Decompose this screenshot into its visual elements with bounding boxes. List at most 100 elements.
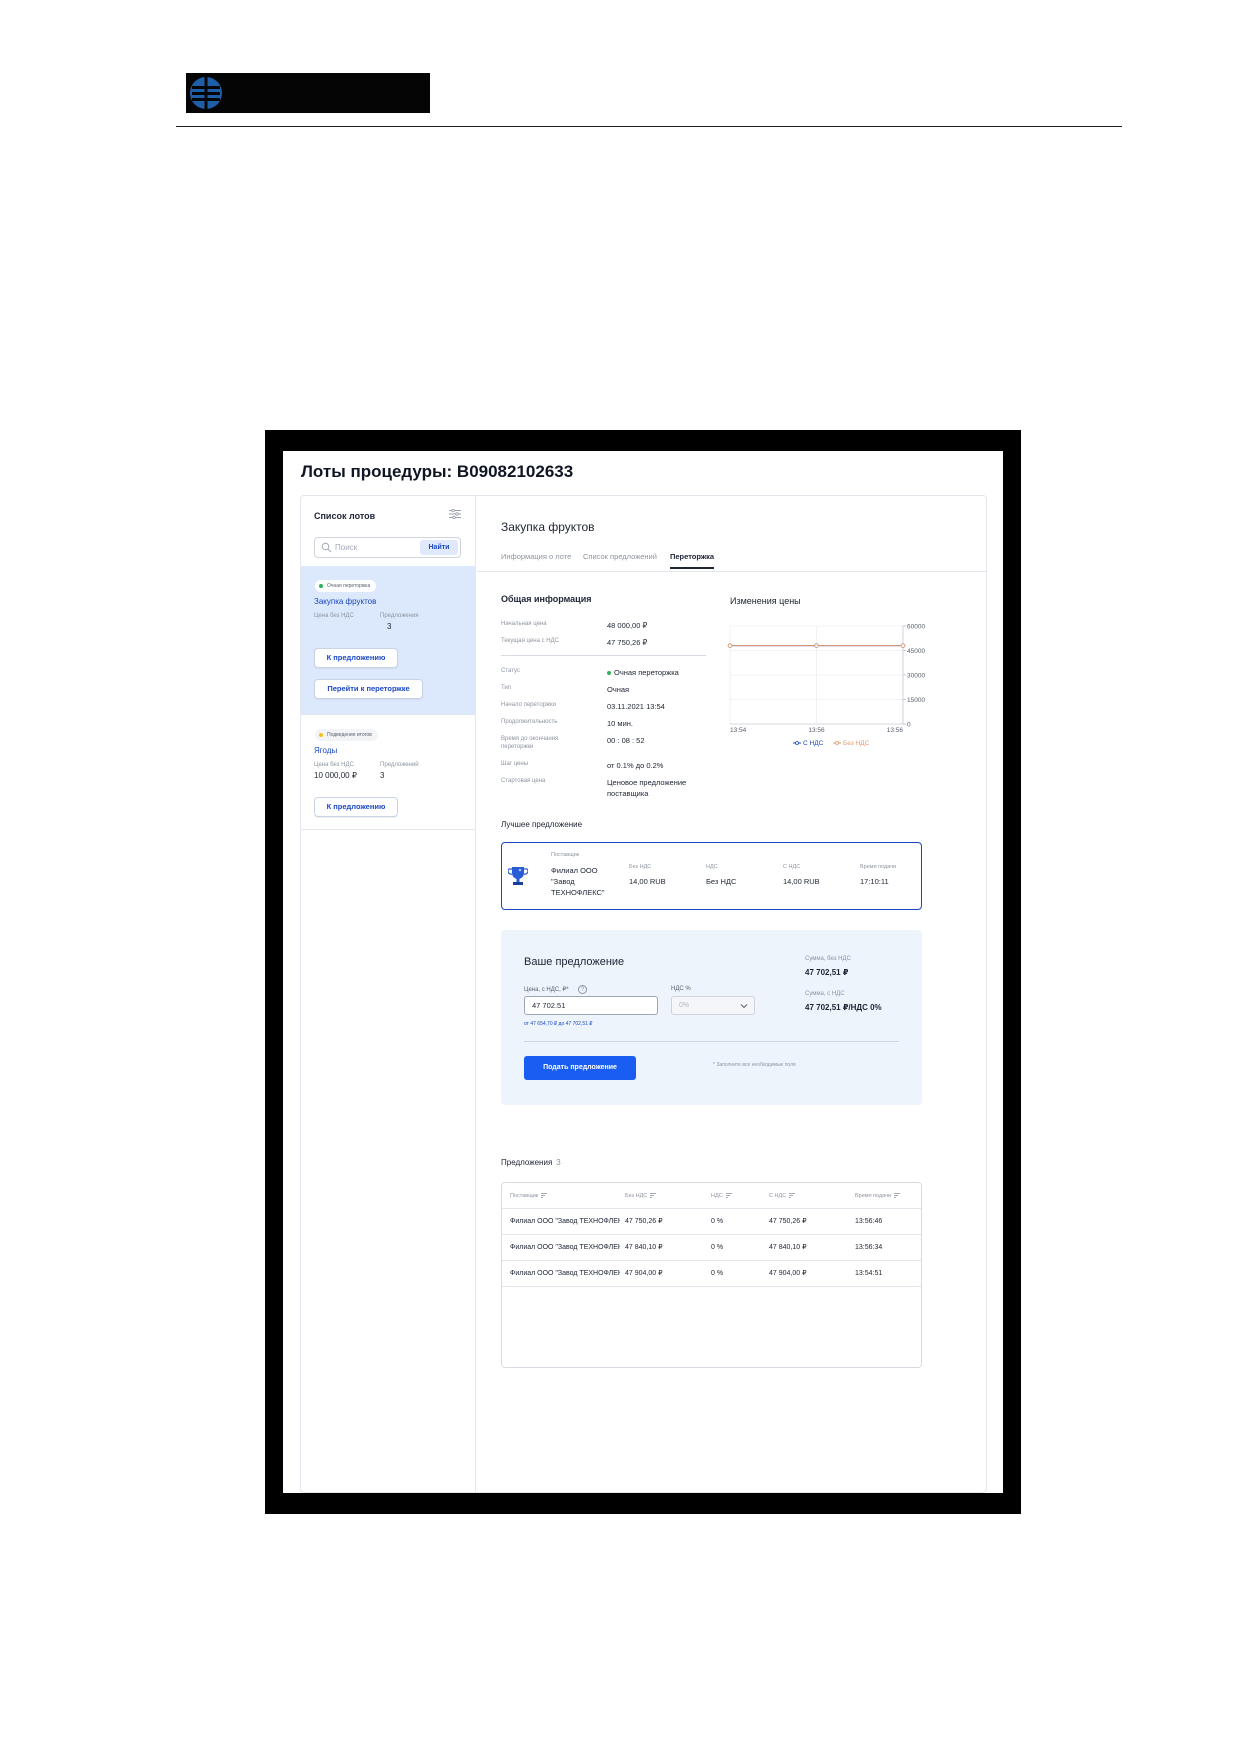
info-key: Шаг цены bbox=[501, 761, 529, 767]
cell-with-vat: 47 840,10 ₽ bbox=[769, 1244, 807, 1251]
cell-with-vat: 47 904,00 ₽ bbox=[769, 1270, 807, 1277]
info-key: Стартовая цена bbox=[501, 778, 546, 784]
lot-details: Закупка фруктов Информация о лоте Список… bbox=[477, 496, 986, 1492]
cell-time: 13:56:46 bbox=[855, 1218, 883, 1225]
column-header-supplier[interactable]: Поставщик bbox=[510, 1183, 548, 1209]
legend-label: С НДС bbox=[803, 740, 824, 747]
search-field[interactable]: Поиск Найти bbox=[314, 537, 461, 558]
info-value: 47 750,26 ₽ bbox=[607, 638, 648, 647]
trophy-icon bbox=[508, 867, 528, 885]
price-label: Цена без НДС bbox=[314, 762, 354, 768]
column-header-time[interactable]: Время подачи bbox=[855, 1183, 901, 1209]
supplier-name: Филиал ООО "Завод ТЕХНОФЛЕКС" bbox=[551, 866, 605, 897]
info-value: 03.11.2021 13:54 bbox=[607, 702, 665, 711]
chart-title: Изменения цены bbox=[730, 596, 801, 606]
offers-count: 3 bbox=[380, 771, 385, 780]
status-dot bbox=[319, 733, 323, 737]
header-divider bbox=[176, 126, 1122, 127]
to-offer-button[interactable]: К предложению bbox=[314, 797, 398, 817]
table-row[interactable]: Филиал ООО "Завод ТЕХНОФЛЕКС" 47 840,10 … bbox=[502, 1235, 921, 1261]
info-value: от 0.1% до 0.2% bbox=[607, 761, 664, 770]
supplier-label: Поставщик bbox=[551, 852, 580, 858]
legend-marker bbox=[795, 741, 799, 745]
search-icon bbox=[321, 542, 332, 553]
with-vat-value: 14,00 RUB bbox=[783, 877, 820, 886]
lot-card-berries[interactable]: Подведение итогов Ягоды Цена без НДС Пре… bbox=[301, 714, 475, 830]
cell-supplier: Филиал ООО "Завод ТЕХНОФЛЕКС" bbox=[510, 1244, 620, 1251]
status-badge: Подведение итогов bbox=[315, 729, 378, 741]
legend-label: Без НДС bbox=[843, 740, 870, 747]
lot-card-fruits[interactable]: Очная переторжка Закупка фруктов Цена бе… bbox=[301, 566, 475, 714]
info-key: Время до окончания переторжки bbox=[501, 736, 559, 750]
sum-vat-value: 47 702,51 ₽/НДС 0% bbox=[805, 1003, 882, 1012]
vat-select[interactable]: 0% bbox=[671, 996, 755, 1015]
with-vat-label: С НДС bbox=[783, 864, 801, 870]
column-header-no-vat[interactable]: Без НДС bbox=[625, 1183, 657, 1209]
sort-icon bbox=[789, 1193, 796, 1198]
offers-table: Поставщик Без НДС НДС С НДС Время подачи… bbox=[501, 1182, 922, 1368]
to-offer-button[interactable]: К предложению bbox=[314, 648, 398, 668]
status-label: Очная переторжка bbox=[327, 583, 371, 589]
go-to-rebidding-button[interactable]: Перейти к переторжке bbox=[314, 679, 423, 699]
data-point bbox=[900, 643, 906, 648]
data-point bbox=[814, 643, 819, 648]
info-key: Продолжительность bbox=[501, 719, 558, 725]
vat-select-value: 0% bbox=[679, 1002, 690, 1009]
cell-time: 13:54:51 bbox=[855, 1270, 883, 1277]
lot-title: Закупка фруктов bbox=[501, 520, 595, 534]
y-tick-label: 30000 bbox=[907, 673, 925, 680]
best-offer-card: Поставщик Филиал ООО "Завод ТЕХНОФЛЕКС" … bbox=[501, 842, 922, 910]
sum-vat-label: Сумма, с НДС bbox=[805, 991, 845, 997]
table-row[interactable]: Филиал ООО "Завод ТЕХНОФЛЕКС" 47 904,00 … bbox=[502, 1261, 921, 1287]
data-point bbox=[727, 643, 733, 648]
sum-no-vat-value: 47 702,51 ₽ bbox=[805, 968, 849, 977]
info-key: Начальная цена bbox=[501, 621, 547, 627]
time-label: Время подачи bbox=[860, 864, 897, 870]
help-icon[interactable]: ? bbox=[578, 985, 587, 994]
table-row[interactable]: Филиал ООО "Завод ТЕХНОФЛЕКС" 47 750,26 … bbox=[502, 1209, 921, 1235]
column-header-vat[interactable]: НДС bbox=[711, 1183, 732, 1209]
search-button[interactable]: Найти bbox=[420, 540, 458, 555]
x-tick-label: 13:56 bbox=[808, 727, 825, 734]
chevron-down-icon bbox=[740, 1004, 748, 1009]
info-value: Очная переторжка bbox=[607, 667, 707, 678]
info-key: Начало переторжки bbox=[501, 702, 556, 708]
y-tick-label: 60000 bbox=[907, 624, 925, 631]
status-badge: Очная переторжка bbox=[315, 580, 377, 592]
sort-icon bbox=[650, 1193, 657, 1198]
price-input[interactable]: 47 702.51 bbox=[524, 996, 658, 1015]
app-screen: Лоты процедуры: В09082102633 Список лото… bbox=[283, 451, 1003, 1493]
submit-offer-button[interactable]: Подать предложение bbox=[524, 1056, 636, 1080]
filter-icon[interactable] bbox=[449, 509, 461, 519]
sort-icon bbox=[725, 1193, 732, 1198]
form-divider bbox=[524, 1041, 899, 1042]
vat-value: Без НДС bbox=[706, 877, 737, 886]
column-header-with-vat[interactable]: С НДС bbox=[769, 1183, 796, 1209]
tab-rebidding[interactable]: Переторжка bbox=[670, 552, 715, 569]
sort-icon bbox=[894, 1193, 901, 1198]
info-divider bbox=[501, 655, 706, 656]
tab-lot-info[interactable]: Информация о лоте bbox=[501, 552, 571, 561]
cell-with-vat: 47 750,26 ₽ bbox=[769, 1218, 807, 1225]
tab-offers-list[interactable]: Список предложений bbox=[583, 552, 657, 561]
status-dot bbox=[319, 584, 323, 588]
price-field-label: Цена, с НДС, ₽* bbox=[524, 987, 569, 993]
price-change-chart: 60000 45000 30000 15000 0 13:54 13:56 13:56 С НД… bbox=[727, 624, 925, 747]
no-vat-label: Без НДС bbox=[629, 864, 652, 870]
lots-sidebar: Список лотов Поиск Найти Очная переторжк… bbox=[301, 496, 476, 1492]
status-label: Подведение итогов bbox=[327, 732, 372, 738]
your-offer-title: Ваше предложение bbox=[524, 956, 625, 968]
lot-name[interactable]: Ягоды bbox=[314, 746, 337, 755]
company-logo bbox=[186, 73, 430, 113]
price-label: Цена без НДС bbox=[314, 613, 354, 619]
y-tick-label: 45000 bbox=[907, 648, 925, 655]
info-value: 00 : 08 : 52 bbox=[607, 736, 645, 745]
y-tick-label: 15000 bbox=[907, 697, 925, 704]
info-value: 10 мин. bbox=[607, 719, 633, 728]
table-header: Поставщик Без НДС НДС С НДС Время подачи bbox=[502, 1183, 921, 1209]
page-title: Лоты процедуры: В09082102633 bbox=[301, 462, 574, 481]
lot-name[interactable]: Закупка фруктов bbox=[314, 597, 376, 606]
your-offer-form: Ваше предложение Цена, с НДС, ₽* ? НДС %… bbox=[501, 930, 922, 1105]
info-value: Ценовое предложение поставщика bbox=[607, 778, 687, 798]
general-info-heading: Общая информация bbox=[501, 594, 592, 604]
